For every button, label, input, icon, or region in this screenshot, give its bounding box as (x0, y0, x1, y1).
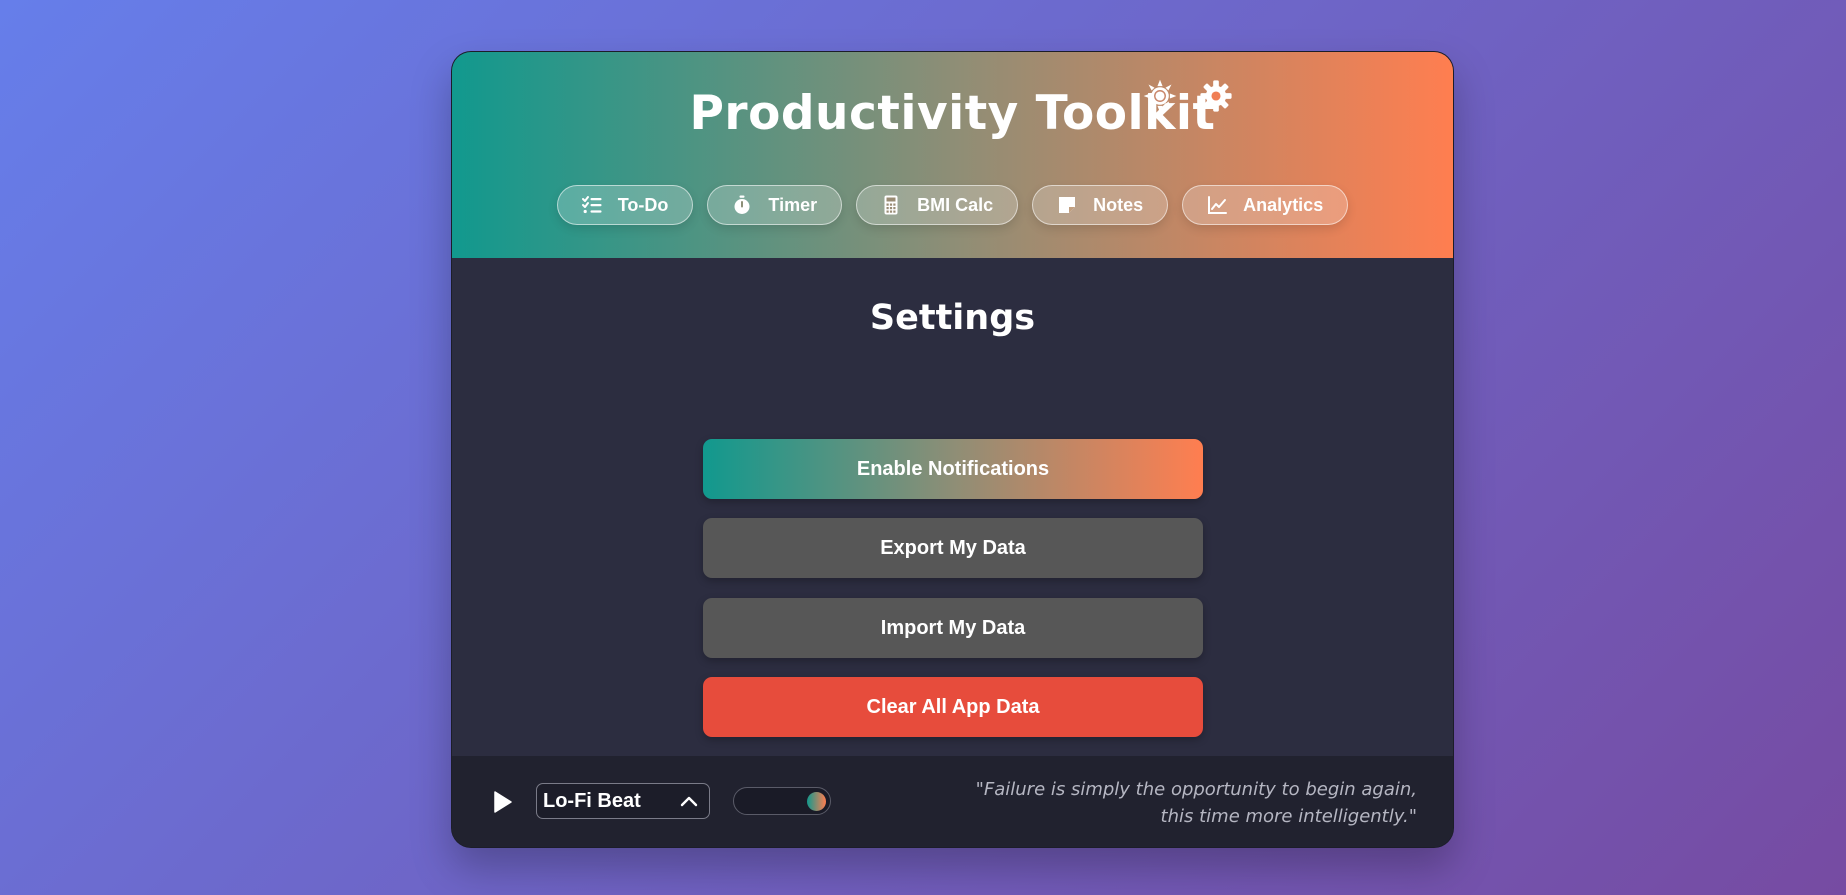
settings-title: Settings (869, 298, 1036, 338)
motivational-quote: "Failure is simply the opportunity to be… (897, 776, 1417, 830)
stopwatch-icon (732, 195, 752, 215)
app-window: Productivity Toolkit To-Do Timer BMI Cal… (451, 51, 1454, 848)
gear-icon (1200, 80, 1232, 112)
enable-notifications-button[interactable]: Enable Notifications (703, 439, 1203, 499)
quote-line-2: this time more intelligently." (1160, 806, 1417, 827)
app-header: Productivity Toolkit To-Do Timer BMI Cal… (452, 52, 1453, 258)
nav-analytics-button[interactable]: Analytics (1182, 185, 1349, 225)
sticky-note-icon (1057, 195, 1077, 215)
nav-bmi-label: BMI Calc (917, 194, 994, 215)
line-chart-icon (1207, 195, 1228, 215)
tool-nav: To-Do Timer BMI Calc Notes Analytics (452, 185, 1453, 225)
music-footer: Lo-Fi Beat "Failure is simply the opport… (452, 756, 1453, 847)
volume-slider-knob[interactable] (807, 792, 826, 811)
track-select[interactable]: Lo-Fi Beat (536, 783, 710, 819)
volume-slider[interactable] (733, 787, 831, 815)
nav-analytics-label: Analytics (1243, 194, 1324, 215)
settings-gear-icon[interactable] (1198, 78, 1234, 114)
clear-data-button[interactable]: Clear All App Data (703, 677, 1203, 737)
checklist-icon (581, 195, 602, 215)
nav-notes-button[interactable]: Notes (1032, 185, 1169, 225)
nav-timer-label: Timer (768, 194, 818, 215)
track-select-value: Lo-Fi Beat (543, 789, 641, 812)
settings-panel: Settings Enable Notifications Export My … (452, 258, 1453, 756)
calculator-icon (881, 195, 901, 215)
nav-todo-button[interactable]: To-Do (556, 185, 694, 225)
play-icon[interactable] (490, 790, 514, 814)
nav-bmi-button[interactable]: BMI Calc (856, 185, 1019, 225)
export-data-button[interactable]: Export My Data (703, 518, 1203, 578)
theme-toggle-icon[interactable] (1142, 78, 1178, 114)
quote-line-1: "Failure is simply the opportunity to be… (975, 779, 1417, 800)
import-data-button[interactable]: Import My Data (703, 598, 1203, 658)
nav-timer-button[interactable]: Timer (707, 185, 843, 225)
chevron-up-icon (680, 796, 698, 807)
nav-notes-label: Notes (1093, 194, 1144, 215)
sun-icon (1143, 79, 1177, 113)
app-title: Productivity Toolkit (689, 86, 1216, 141)
nav-todo-label: To-Do (617, 194, 669, 215)
